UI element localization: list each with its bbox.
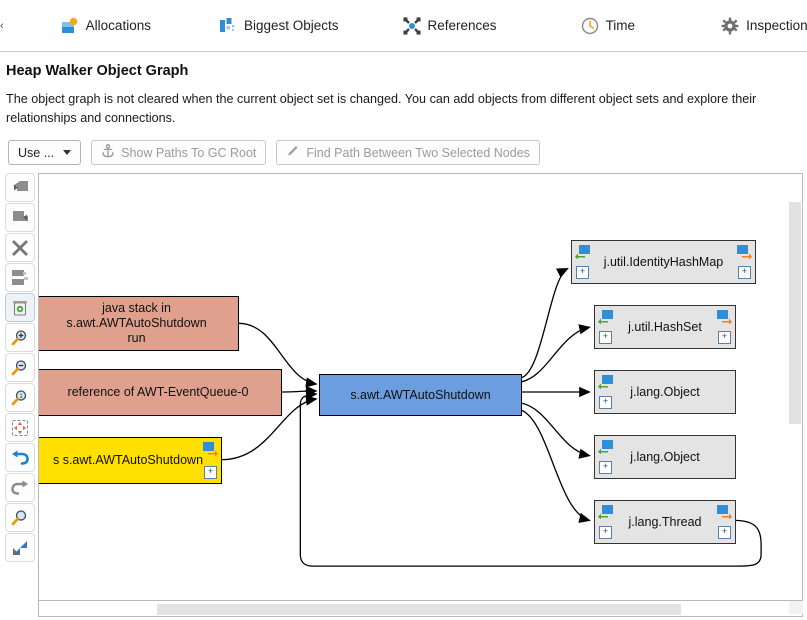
- page-description: The object graph is not cleared when the…: [6, 92, 757, 125]
- tabbar-back-arrow[interactable]: ‹: [0, 0, 4, 52]
- graph-node-java-stack[interactable]: java stack in s.awt.AWTAutoShutdown run: [39, 296, 239, 351]
- graph-node-identity-hashmap[interactable]: + j.util.IdentityHashMap +: [571, 240, 756, 284]
- outgoing-references-port-icon[interactable]: [717, 505, 732, 520]
- inspections-icon: [721, 17, 739, 35]
- outgoing-references-port-icon[interactable]: [737, 245, 752, 260]
- add-outgoing-references-icon[interactable]: [5, 203, 35, 232]
- graph-horizontal-scrollbar[interactable]: [38, 601, 803, 617]
- tab-biggest-objects-label: Biggest Objects: [243, 18, 339, 33]
- tab-biggest-objects[interactable]: Biggest Objects: [202, 7, 356, 45]
- graph-canvas-content: java stack in s.awt.AWTAutoShutdown run …: [39, 174, 802, 600]
- time-icon: [581, 17, 599, 35]
- incoming-references-port-icon[interactable]: [575, 245, 590, 260]
- expand-incoming-button[interactable]: +: [599, 396, 612, 409]
- graph-node-awt-autoshutdown-center[interactable]: s.awt.AWTAutoShutdown: [319, 374, 522, 416]
- graph-action-toolbar: Use ... Show Paths To GC Root Find Path …: [8, 140, 540, 165]
- pencil-icon: [286, 144, 300, 161]
- graph-vertical-scrollbar[interactable]: [788, 174, 802, 600]
- chevron-down-icon: [63, 150, 72, 155]
- graph-node-label: reference of AWT-EventQueue-0: [67, 385, 249, 399]
- graph-tool-strip: 1: [5, 173, 35, 562]
- expand-outgoing-button[interactable]: +: [738, 266, 751, 279]
- zoom-in-icon[interactable]: [5, 323, 35, 352]
- graph-node-java-lang-object-2[interactable]: + j.lang.Object: [594, 435, 736, 479]
- expand-incoming-button[interactable]: +: [599, 331, 612, 344]
- graph-node-label: j.util.IdentityHashMap: [603, 254, 724, 269]
- anchor-icon: [101, 144, 115, 161]
- expand-incoming-button[interactable]: +: [576, 266, 589, 279]
- graph-node-label: j.lang.Object: [630, 449, 700, 464]
- graph-node-label: j.util.HashSet: [628, 319, 702, 334]
- tab-allocations[interactable]: Allocations: [44, 7, 168, 45]
- graph-node-java-lang-thread[interactable]: + j.lang.Thread +: [594, 500, 736, 544]
- remove-node-icon[interactable]: [5, 233, 35, 262]
- graph-node-label: java stack in s.awt.AWTAutoShutdown run: [66, 301, 207, 345]
- view-tabbar: ‹ Allocations Biggest Objects References…: [0, 0, 807, 52]
- add-incoming-references-icon[interactable]: [5, 173, 35, 202]
- graph-horizontal-scrollbar-thumb[interactable]: [157, 604, 681, 615]
- allocations-icon: [61, 17, 79, 35]
- graph-canvas[interactable]: java stack in s.awt.AWTAutoShutdown run …: [38, 173, 803, 601]
- graph-node-awt-eventqueue[interactable]: reference of AWT-EventQueue-0: [39, 369, 282, 416]
- show-paths-to-gc-root-label: Show Paths To GC Root: [121, 145, 257, 160]
- tab-references[interactable]: References: [386, 7, 514, 45]
- biggest-objects-icon: [219, 17, 237, 35]
- tab-allocations-label: Allocations: [85, 18, 151, 33]
- graph-node-label: j.lang.Object: [630, 384, 700, 399]
- tab-inspections[interactable]: Inspections: [704, 7, 807, 45]
- expand-outgoing-button[interactable]: +: [718, 526, 731, 539]
- incoming-references-port-icon[interactable]: [598, 310, 613, 325]
- heap-walker-graph-view: ‹ Allocations Biggest Objects References…: [0, 0, 807, 620]
- scrollbar-corner: [789, 601, 803, 614]
- graph-node-java-lang-object-1[interactable]: + j.lang.Object: [594, 370, 736, 414]
- expand-incoming-button[interactable]: +: [599, 526, 612, 539]
- export-icon[interactable]: [5, 533, 35, 562]
- clear-graph-icon[interactable]: [5, 293, 35, 322]
- show-paths-to-gc-root-button[interactable]: Show Paths To GC Root: [91, 140, 267, 165]
- incoming-references-port-icon[interactable]: [598, 440, 613, 455]
- find-path-between-nodes-button[interactable]: Find Path Between Two Selected Nodes: [276, 140, 540, 165]
- graph-node-hashset[interactable]: + j.util.HashSet +: [594, 305, 736, 349]
- tab-time[interactable]: Time: [564, 7, 653, 45]
- zoom-100-icon[interactable]: 1: [5, 383, 35, 412]
- undo-icon[interactable]: [5, 443, 35, 472]
- expand-incoming-button[interactable]: +: [599, 461, 612, 474]
- expand-outgoing-button[interactable]: +: [718, 331, 731, 344]
- redo-icon[interactable]: [5, 473, 35, 502]
- find-icon[interactable]: [5, 503, 35, 532]
- graph-node-label: s.awt.AWTAutoShutdown: [350, 387, 491, 402]
- graph-vertical-scrollbar-thumb[interactable]: [789, 202, 801, 424]
- fit-content-icon[interactable]: [5, 413, 35, 442]
- outgoing-references-port-icon[interactable]: [717, 310, 732, 325]
- page-title: Heap Walker Object Graph: [6, 63, 189, 79]
- graph-node-label: j.lang.Thread: [628, 514, 702, 529]
- tab-inspections-label: Inspections: [746, 18, 807, 33]
- remove-unconnected-nodes-icon[interactable]: [5, 263, 35, 292]
- incoming-references-port-icon[interactable]: [598, 505, 613, 520]
- incoming-references-port-icon[interactable]: [598, 375, 613, 390]
- graph-node-label: s s.awt.AWTAutoShutdown: [52, 453, 204, 467]
- find-path-between-nodes-label: Find Path Between Two Selected Nodes: [306, 145, 530, 160]
- expand-outgoing-button[interactable]: +: [204, 466, 217, 479]
- use-dropdown-label: Use ...: [18, 145, 55, 160]
- references-icon: [402, 16, 421, 35]
- tab-time-label: Time: [605, 18, 636, 33]
- graph-node-ssawt-autoshutdown[interactable]: s s.awt.AWTAutoShutdown +: [39, 437, 222, 484]
- use-dropdown-button[interactable]: Use ...: [8, 140, 82, 165]
- zoom-out-icon[interactable]: [5, 353, 35, 382]
- outgoing-references-port-icon[interactable]: [203, 442, 218, 457]
- tab-references-label: References: [427, 18, 497, 33]
